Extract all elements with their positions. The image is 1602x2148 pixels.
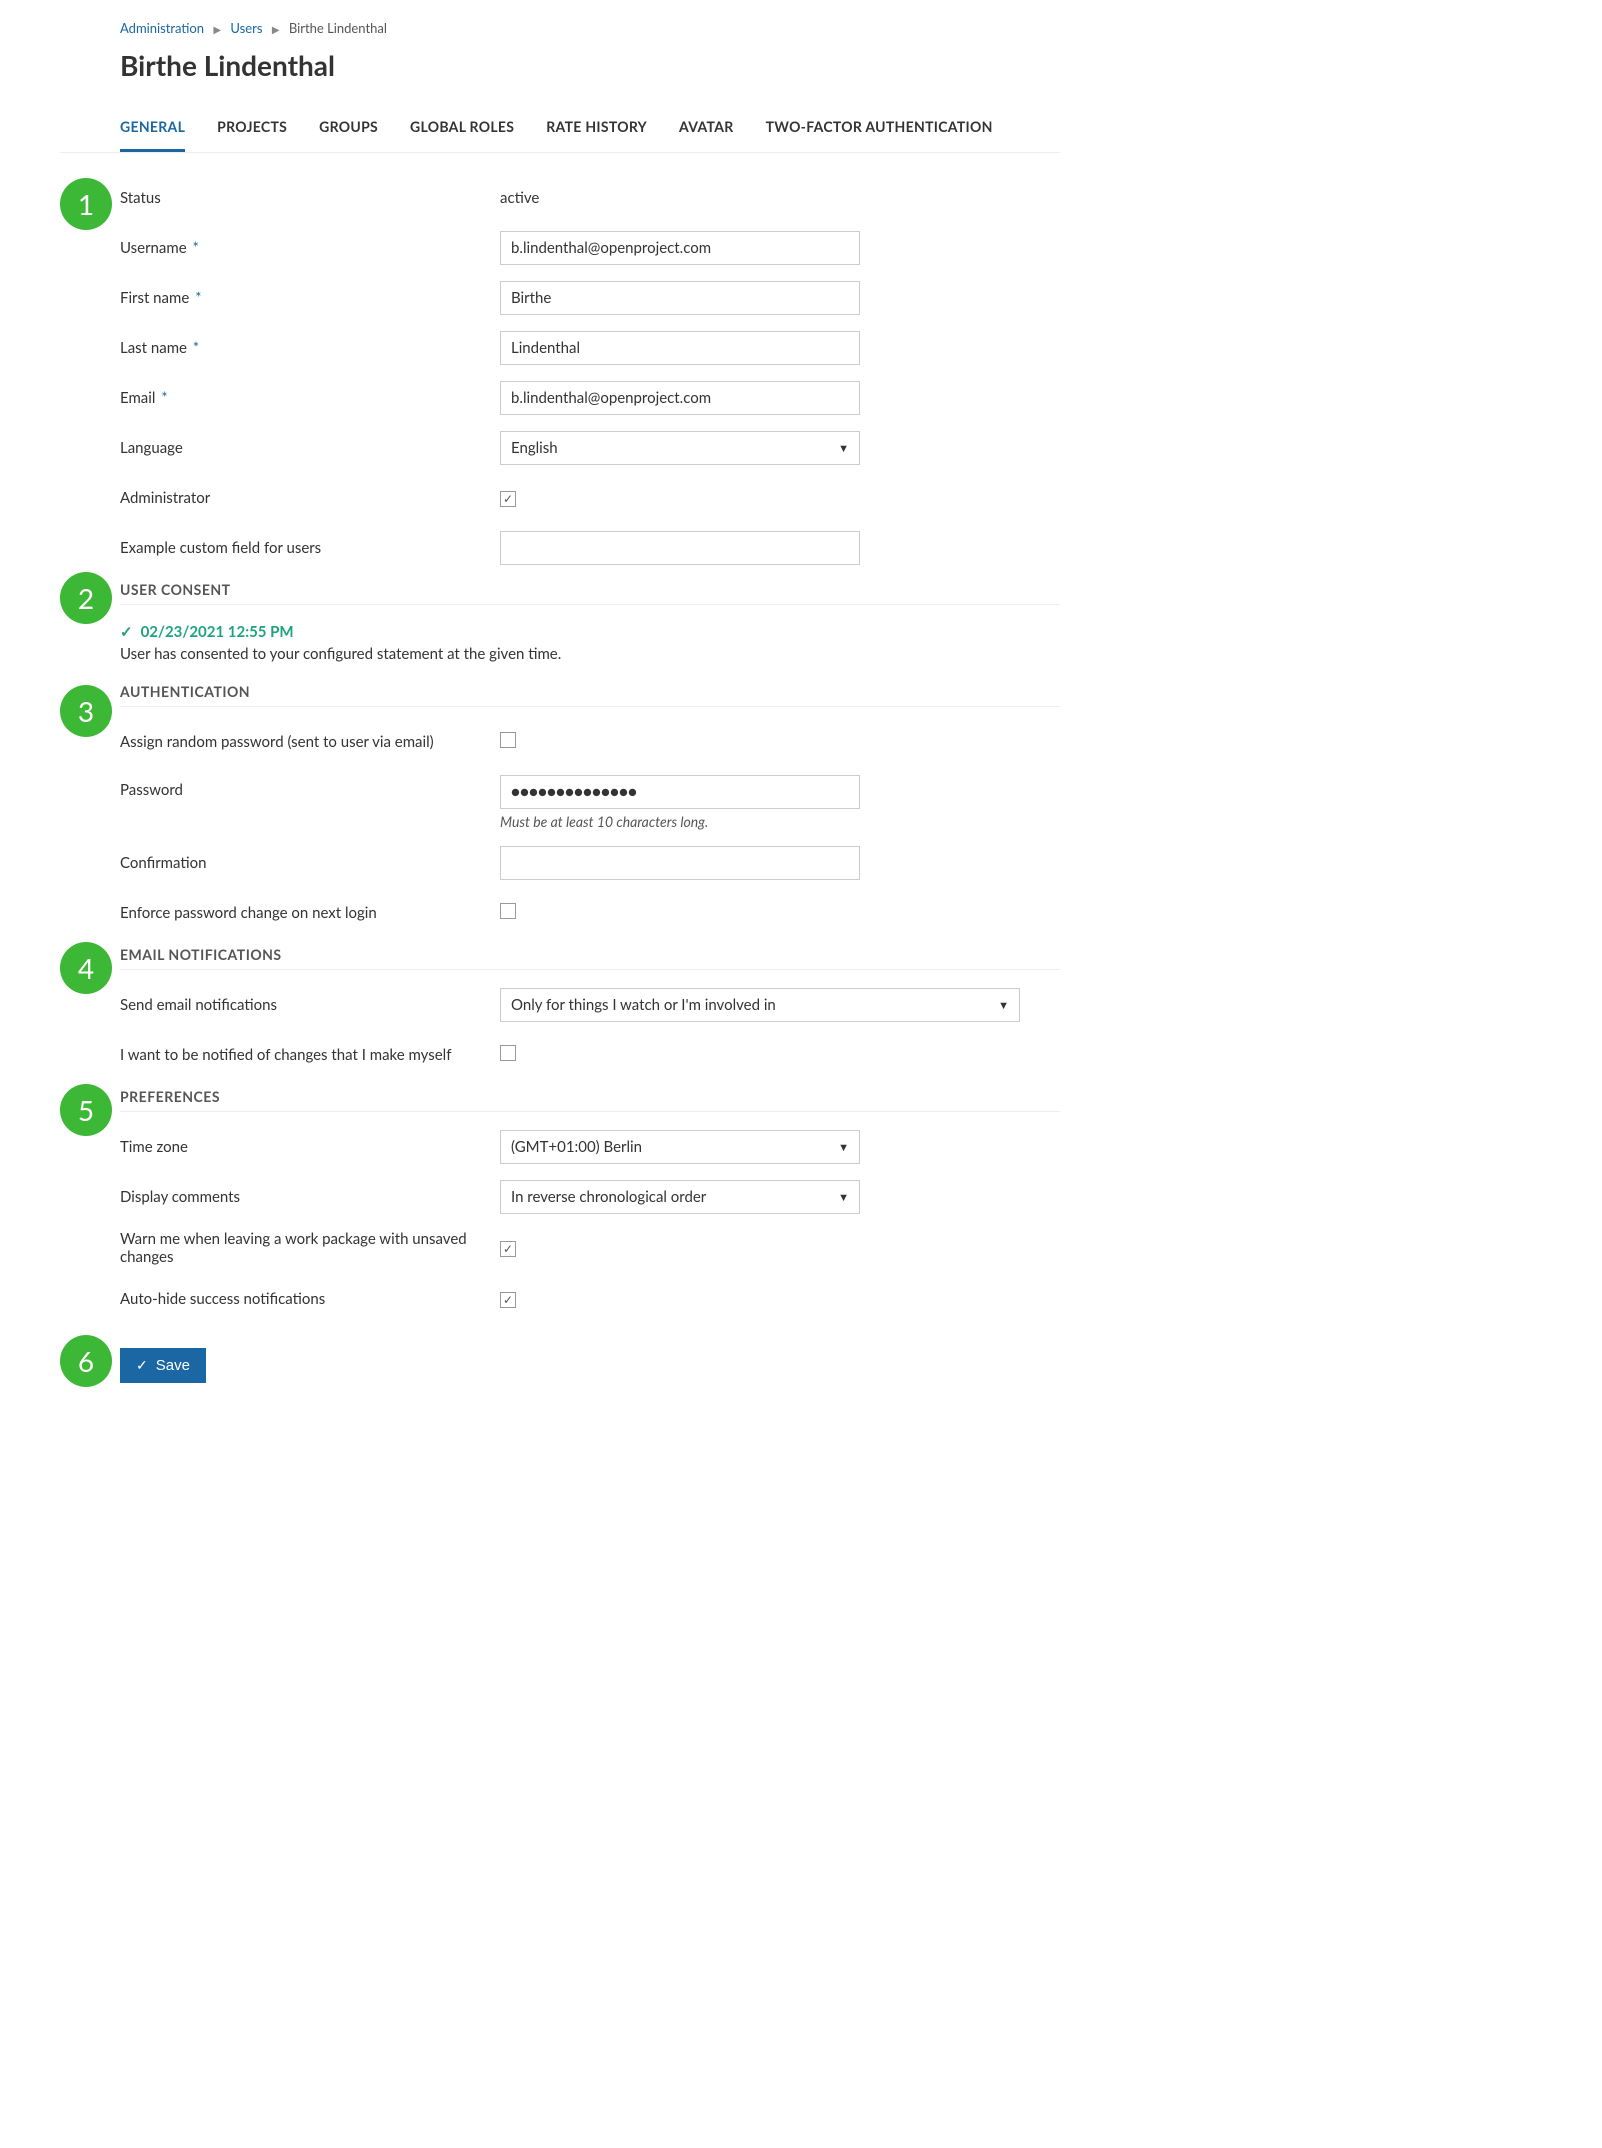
chevron-right-icon: ▶: [272, 24, 280, 36]
timezone-select-value: (GMT+01:00) Berlin: [511, 1138, 642, 1156]
username-field[interactable]: [500, 231, 860, 265]
step-badge-4: 4: [60, 942, 112, 994]
self-notify-label: I want to be notified of changes that I …: [120, 1046, 500, 1064]
firstname-field[interactable]: [500, 281, 860, 315]
warn-unsaved-checkbox[interactable]: [500, 1241, 516, 1257]
email-field[interactable]: [500, 381, 860, 415]
confirmation-field[interactable]: [500, 846, 860, 880]
status-value: active: [500, 189, 539, 207]
save-button[interactable]: ✓ Save: [120, 1348, 206, 1383]
custom-field-input[interactable]: [500, 531, 860, 565]
warn-unsaved-label: Warn me when leaving a work package with…: [120, 1230, 500, 1266]
send-email-select[interactable]: Only for things I watch or I'm involved …: [500, 988, 1020, 1022]
tab-global-roles[interactable]: GLOBAL ROLES: [410, 110, 514, 152]
page-title: Birthe Lindenthal: [60, 48, 1060, 82]
step-badge-1: 1: [60, 178, 112, 230]
chevron-down-icon: ▼: [838, 1191, 849, 1204]
display-comments-select-value: In reverse chronological order: [511, 1188, 706, 1206]
consent-timestamp-line: ✓ 02/23/2021 12:55 PM: [120, 623, 1060, 641]
language-select-value: English: [511, 439, 558, 457]
authentication-heading: AUTHENTICATION: [120, 683, 1060, 707]
check-icon: ✓: [136, 1357, 148, 1374]
chevron-down-icon: ▼: [998, 999, 1009, 1012]
confirmation-label: Confirmation: [120, 854, 500, 872]
email-notifications-heading: EMAIL NOTIFICATIONS: [120, 946, 1060, 970]
send-email-label: Send email notifications: [120, 996, 500, 1014]
chevron-right-icon: ▶: [213, 24, 221, 36]
status-label: Status: [120, 189, 500, 207]
custom-field-label: Example custom field for users: [120, 539, 500, 557]
check-icon: ✓: [120, 623, 133, 641]
password-label: Password: [120, 775, 500, 799]
consent-timestamp: 02/23/2021 12:55 PM: [141, 623, 294, 641]
assign-random-password-label: Assign random password (sent to user via…: [120, 733, 500, 751]
display-comments-select[interactable]: In reverse chronological order ▼: [500, 1180, 860, 1214]
step-badge-6: 6: [60, 1335, 112, 1387]
email-label: Email *: [120, 389, 500, 407]
breadcrumb-current: Birthe Lindenthal: [289, 20, 387, 36]
tab-rate-history[interactable]: RATE HISTORY: [546, 110, 647, 152]
timezone-select[interactable]: (GMT+01:00) Berlin ▼: [500, 1130, 860, 1164]
lastname-field[interactable]: [500, 331, 860, 365]
tabs: GENERAL PROJECTS GROUPS GLOBAL ROLES RAT…: [60, 110, 1060, 153]
breadcrumb: Administration ▶ Users ▶ Birthe Lindenth…: [60, 20, 1060, 36]
tab-avatar[interactable]: AVATAR: [679, 110, 734, 152]
enforce-password-checkbox[interactable]: [500, 903, 516, 919]
lastname-label: Last name *: [120, 339, 500, 357]
administrator-checkbox[interactable]: [500, 491, 516, 507]
chevron-down-icon: ▼: [838, 1141, 849, 1154]
send-email-select-value: Only for things I watch or I'm involved …: [511, 996, 776, 1014]
password-hint: Must be at least 10 characters long.: [500, 813, 860, 830]
language-select[interactable]: English ▼: [500, 431, 860, 465]
tab-general[interactable]: GENERAL: [120, 110, 185, 152]
autohide-label: Auto-hide success notifications: [120, 1290, 500, 1308]
step-badge-3: 3: [60, 685, 112, 737]
language-label: Language: [120, 439, 500, 457]
enforce-password-label: Enforce password change on next login: [120, 904, 500, 922]
step-badge-5: 5: [60, 1084, 112, 1136]
consent-description: User has consented to your configured st…: [120, 645, 1060, 663]
chevron-down-icon: ▼: [838, 442, 849, 455]
timezone-label: Time zone: [120, 1138, 500, 1156]
step-badge-2: 2: [60, 572, 112, 624]
tab-groups[interactable]: GROUPS: [319, 110, 378, 152]
breadcrumb-users[interactable]: Users: [230, 20, 262, 36]
preferences-heading: PREFERENCES: [120, 1088, 1060, 1112]
password-field[interactable]: [500, 775, 860, 809]
firstname-label: First name *: [120, 289, 500, 307]
user-consent-heading: USER CONSENT: [120, 581, 1060, 605]
autohide-checkbox[interactable]: [500, 1292, 516, 1308]
tab-two-factor[interactable]: TWO-FACTOR AUTHENTICATION: [766, 110, 993, 152]
save-button-label: Save: [156, 1357, 190, 1374]
self-notify-checkbox[interactable]: [500, 1045, 516, 1061]
assign-random-password-checkbox[interactable]: [500, 732, 516, 748]
username-label: Username *: [120, 239, 500, 257]
breadcrumb-admin[interactable]: Administration: [120, 20, 204, 36]
tab-projects[interactable]: PROJECTS: [217, 110, 287, 152]
administrator-label: Administrator: [120, 489, 500, 507]
display-comments-label: Display comments: [120, 1188, 500, 1206]
